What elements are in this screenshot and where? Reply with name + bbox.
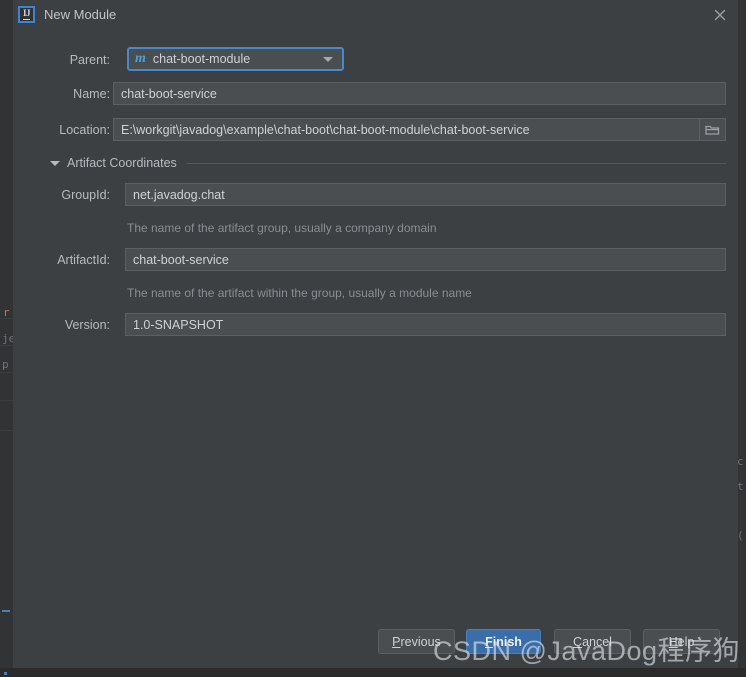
previous-button-label: revious xyxy=(400,634,441,649)
parent-selected-value: chat-boot-module xyxy=(152,52,251,66)
cancel-button-mnemonic: C xyxy=(573,634,583,649)
close-button[interactable] xyxy=(708,4,732,26)
ide-ghost-token: r xyxy=(3,306,10,319)
groupid-hint: The name of the artifact group, usually … xyxy=(127,221,437,235)
artifactid-input[interactable] xyxy=(125,248,726,271)
new-module-dialog: IJ New Module Parent: m chat-boot-module… xyxy=(13,0,738,668)
ij-logo-text: IJ xyxy=(22,8,31,20)
ide-accent-bar xyxy=(2,610,10,612)
section-separator xyxy=(186,162,726,164)
artifactid-hint: The name of the artifact within the grou… xyxy=(127,286,472,300)
close-icon xyxy=(714,9,726,21)
artifactid-field-wrapper xyxy=(125,248,726,271)
artifact-coordinates-label: Artifact Coordinates xyxy=(67,156,177,170)
help-button-mnemonic: H xyxy=(668,634,678,649)
groupid-label: GroupId: xyxy=(61,188,110,202)
ide-divider xyxy=(0,372,13,373)
dialog-button-bar: Previous Finish Cancel Help xyxy=(13,616,738,668)
name-input[interactable] xyxy=(113,82,726,105)
name-field-wrapper xyxy=(113,82,726,105)
ide-bottom-strip xyxy=(0,668,746,677)
version-label: Version: xyxy=(64,318,110,332)
artifact-coordinates-section-toggle[interactable]: Artifact Coordinates xyxy=(50,155,726,171)
version-field-wrapper xyxy=(125,313,726,336)
dialog-form-area: Parent: m chat-boot-module Name: Locatio… xyxy=(13,30,738,668)
ide-divider xyxy=(0,400,13,401)
location-field-wrapper xyxy=(113,118,726,141)
artifactid-label: ArtifactId: xyxy=(57,253,110,267)
ide-divider xyxy=(0,345,13,346)
ide-ghost-token: p xyxy=(2,358,9,371)
groupid-input[interactable] xyxy=(125,183,726,206)
ide-divider xyxy=(0,430,13,431)
name-label: Name: xyxy=(73,87,110,101)
maven-module-icon: m xyxy=(135,51,146,66)
parent-dropdown[interactable]: m chat-boot-module xyxy=(127,47,344,71)
folder-open-icon xyxy=(705,125,720,135)
finish-button[interactable]: Finish xyxy=(466,629,541,654)
previous-button[interactable]: Previous xyxy=(378,629,455,654)
chevron-down-icon xyxy=(323,56,333,62)
finish-button-mnemonic: F xyxy=(485,634,493,649)
browse-folder-button[interactable] xyxy=(699,118,726,141)
ide-right-strip xyxy=(738,0,746,677)
triangle-down-icon xyxy=(50,160,60,166)
parent-combo-wrapper: m chat-boot-module xyxy=(127,47,344,71)
version-input[interactable] xyxy=(125,313,726,336)
intellij-idea-logo-icon: IJ xyxy=(18,6,35,23)
help-button[interactable]: Help xyxy=(643,629,720,654)
help-button-label: elp xyxy=(677,634,695,649)
location-label: Location: xyxy=(59,123,110,137)
previous-button-mnemonic: P xyxy=(392,634,401,649)
location-input[interactable] xyxy=(113,118,699,141)
dialog-title: New Module xyxy=(44,7,117,22)
groupid-field-wrapper xyxy=(125,183,726,206)
dialog-title-bar: IJ New Module xyxy=(13,0,738,30)
cancel-button[interactable]: Cancel xyxy=(554,629,631,654)
finish-button-label: inish xyxy=(492,634,522,649)
parent-label: Parent: xyxy=(69,53,110,67)
cancel-button-label: ancel xyxy=(582,634,612,649)
